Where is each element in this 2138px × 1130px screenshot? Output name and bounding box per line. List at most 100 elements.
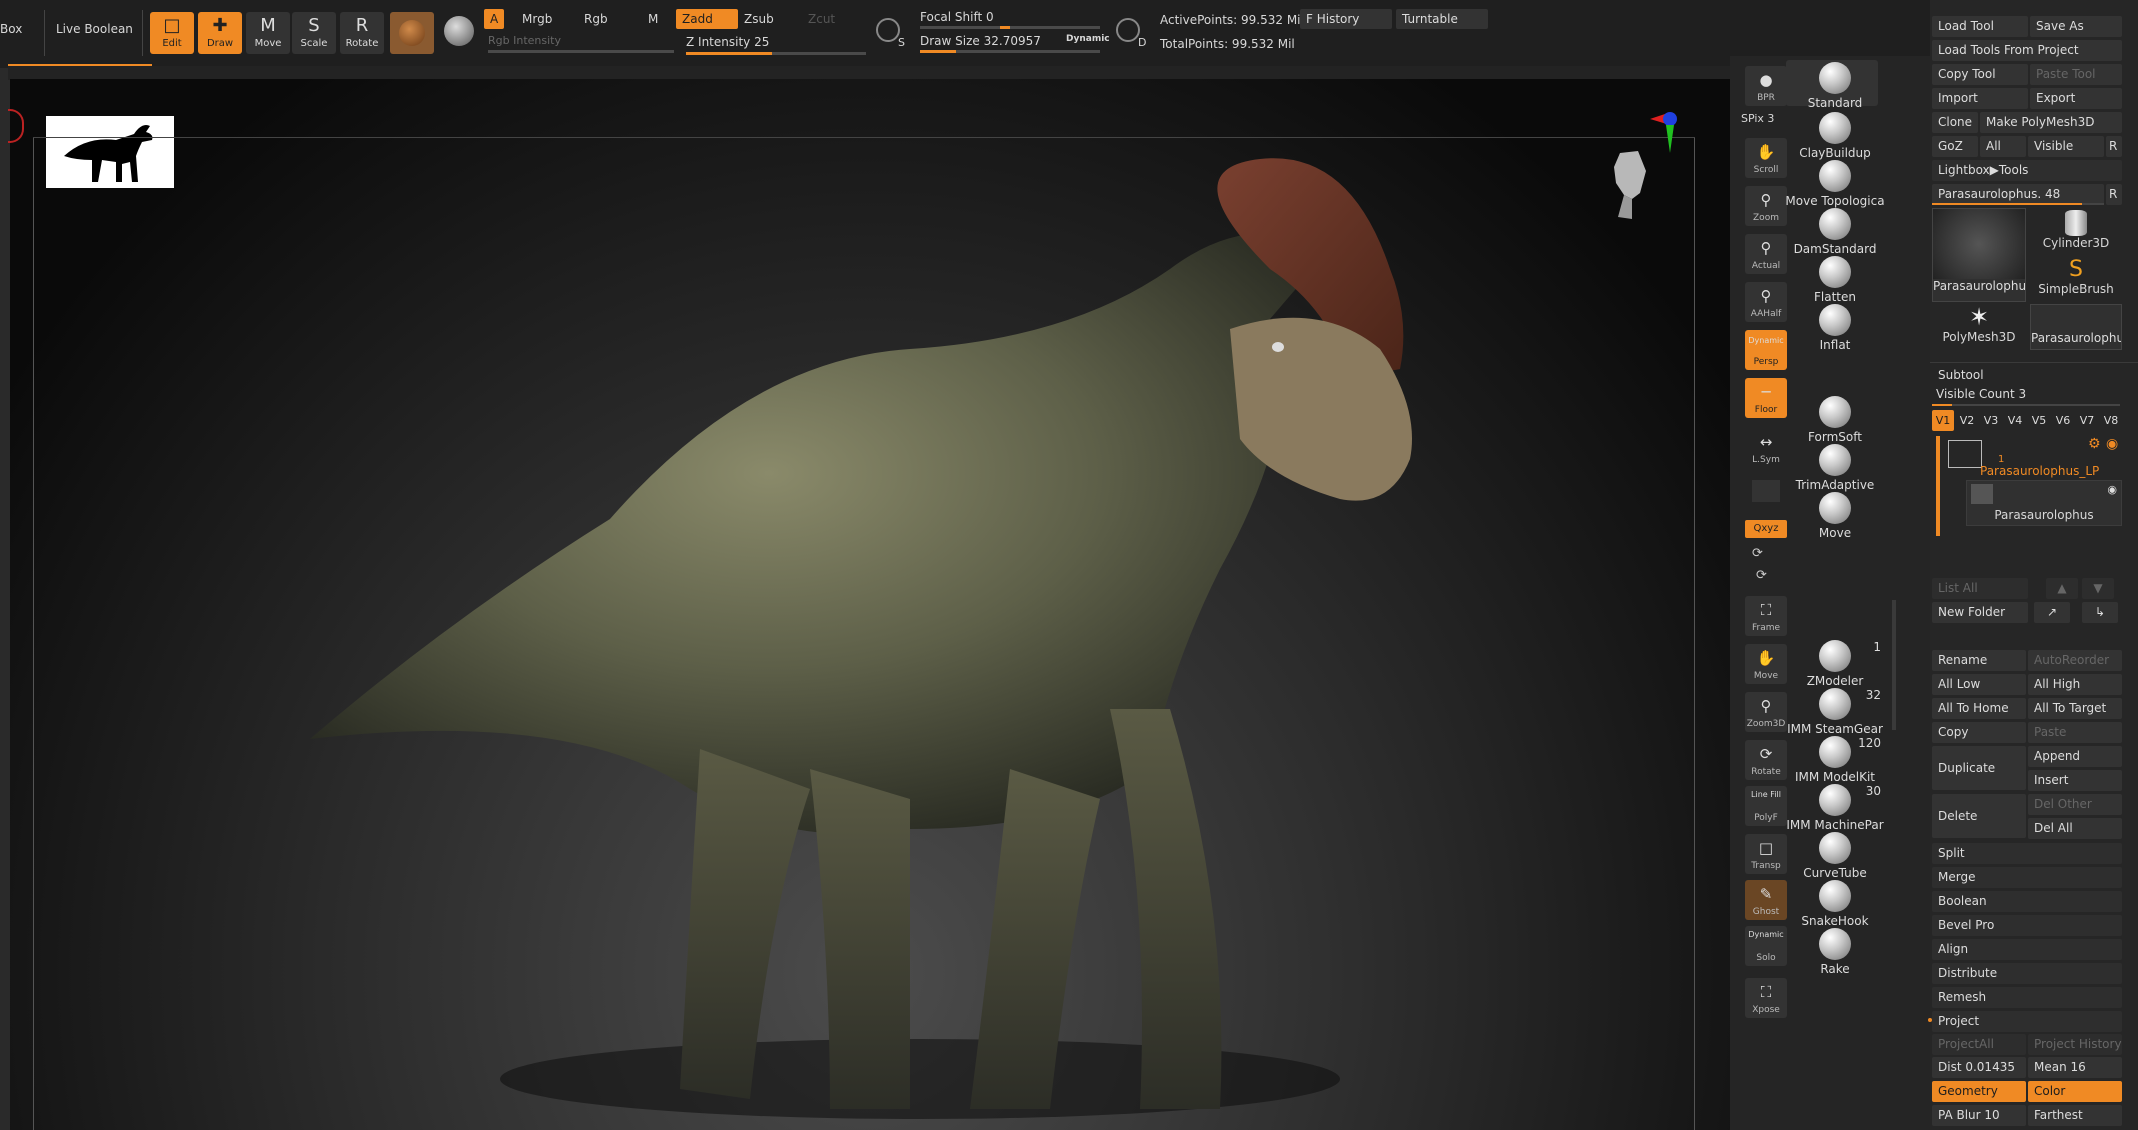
tool-thumb-polymesh3d[interactable]: ✶ PolyMesh3D bbox=[1932, 304, 2026, 350]
del-other-button[interactable]: Del Other bbox=[2028, 794, 2122, 815]
brush-trimadaptive[interactable]: TrimAdaptive bbox=[1785, 444, 1885, 492]
zadd-toggle[interactable]: Zadd bbox=[676, 9, 738, 29]
focal-shift-slider[interactable]: Focal Shift 0 bbox=[920, 10, 994, 24]
clone-button[interactable]: Clone bbox=[1932, 112, 1978, 133]
goz-all-button[interactable]: All bbox=[1980, 136, 2026, 157]
dist-slider[interactable]: Dist 0.01435 bbox=[1932, 1057, 2026, 1078]
zoom-button[interactable]: ⚲ Zoom bbox=[1745, 186, 1787, 226]
version-tab-v8[interactable]: V8 bbox=[2100, 410, 2122, 431]
geometry-toggle[interactable]: Geometry bbox=[1932, 1081, 2026, 1102]
version-tab-v6[interactable]: V6 bbox=[2052, 410, 2074, 431]
farthest-toggle[interactable]: Farthest bbox=[2028, 1105, 2122, 1126]
load-tool-button[interactable]: Load Tool bbox=[1932, 16, 2028, 37]
version-tab-v5[interactable]: V5 bbox=[2028, 410, 2050, 431]
edit-button[interactable]: □ Edit bbox=[150, 12, 194, 54]
folder-icon[interactable] bbox=[1948, 440, 1982, 468]
draw-size-slider[interactable]: Draw Size 32.70957 bbox=[920, 34, 1041, 48]
color-toggle[interactable]: Color bbox=[2028, 1081, 2122, 1102]
live-boolean-button[interactable]: Live Boolean bbox=[56, 22, 133, 36]
brush-move-topologica[interactable]: Move Topologica bbox=[1785, 160, 1885, 208]
transp-button[interactable]: □ Transp bbox=[1745, 834, 1787, 874]
gear-icon[interactable]: ⚙ bbox=[2088, 436, 2101, 452]
xyz-toggle[interactable]: Qxyz bbox=[1745, 520, 1787, 538]
move-up-arrow-icon[interactable]: ▲ bbox=[2046, 578, 2078, 599]
document-viewport[interactable] bbox=[8, 79, 1730, 1130]
dynamic-toggle[interactable]: Dynamic bbox=[1066, 34, 1110, 44]
current-tool-slider[interactable]: Parasaurolophus. 48 bbox=[1932, 184, 2104, 205]
move-down-arrow-icon[interactable]: ▼ bbox=[2082, 578, 2114, 599]
rgb-toggle[interactable]: Rgb bbox=[578, 9, 614, 29]
draw-button[interactable]: ✚ Draw bbox=[198, 12, 242, 54]
mrgb-toggle[interactable]: Mrgb bbox=[516, 9, 558, 29]
rotate-view-button[interactable]: ⟳ Rotate bbox=[1745, 740, 1787, 780]
brush-inflat[interactable]: Inflat bbox=[1785, 304, 1885, 352]
box-label[interactable]: Box bbox=[0, 22, 22, 36]
remesh-section[interactable]: Remesh bbox=[1932, 987, 2122, 1008]
pa-blur-slider[interactable]: PA Blur 10 bbox=[1932, 1105, 2026, 1126]
project-all-button[interactable]: ProjectAll bbox=[1932, 1034, 2026, 1055]
all-to-target-button[interactable]: All To Target bbox=[2028, 698, 2122, 719]
paste-button[interactable]: Paste bbox=[2028, 722, 2122, 743]
subtool-header[interactable]: Subtool bbox=[1938, 368, 1984, 382]
a-toggle[interactable]: A bbox=[484, 9, 505, 29]
version-tab-v1[interactable]: V1 bbox=[1932, 410, 1954, 431]
material-button[interactable] bbox=[390, 12, 434, 54]
mean-slider[interactable]: Mean 16 bbox=[2028, 1057, 2122, 1078]
zcut-toggle[interactable]: Zcut bbox=[802, 9, 841, 29]
version-tab-v4[interactable]: V4 bbox=[2004, 410, 2026, 431]
goz-button[interactable]: GoZ bbox=[1932, 136, 1978, 157]
save-as-button[interactable]: Save As bbox=[2030, 16, 2122, 37]
brush-flatten[interactable]: Flatten bbox=[1785, 256, 1885, 304]
tool-thumb-parasaurolophus[interactable]: Parasaurolophu bbox=[1932, 208, 2026, 302]
rgb-intensity-slider[interactable]: Rgb Intensity bbox=[488, 34, 561, 47]
brush-damstandard[interactable]: DamStandard bbox=[1785, 208, 1885, 256]
boolean-section[interactable]: Boolean bbox=[1932, 891, 2122, 912]
goz-r-button[interactable]: R bbox=[2106, 136, 2122, 157]
append-button[interactable]: Append bbox=[2028, 746, 2122, 767]
rotate-z-icon[interactable]: ⟳ bbox=[1756, 568, 1767, 583]
z-intensity-track[interactable] bbox=[686, 52, 866, 55]
brush-rake[interactable]: Rake bbox=[1785, 928, 1885, 976]
split-section[interactable]: Split bbox=[1932, 843, 2122, 864]
load-tools-from-project-button[interactable]: Load Tools From Project bbox=[1932, 40, 2122, 61]
del-all-button[interactable]: Del All bbox=[2028, 818, 2122, 839]
frame-button[interactable]: ⛶ Frame bbox=[1745, 596, 1787, 636]
tool-thumb-simplebrush[interactable]: S SimpleBrush bbox=[2030, 258, 2122, 302]
parasaurolophus-model[interactable] bbox=[270, 149, 1590, 1130]
duplicate-button[interactable]: Duplicate bbox=[1932, 746, 2026, 790]
z-intensity-slider[interactable]: Z Intensity 25 bbox=[686, 35, 769, 49]
arrow-down-right-icon[interactable]: ↳ bbox=[2082, 602, 2118, 623]
brush-standard[interactable]: Standard bbox=[1785, 62, 1885, 110]
make-polymesh3d-button[interactable]: Make PolyMesh3D bbox=[1980, 112, 2122, 133]
project-section[interactable]: Project bbox=[1932, 1011, 2122, 1032]
polyf-button[interactable]: Line Fill PolyF bbox=[1745, 786, 1787, 826]
lock-icon[interactable] bbox=[1752, 480, 1780, 502]
brush-imm-machinepar[interactable]: IMM MachinePar 30 bbox=[1785, 784, 1885, 832]
eye-icon[interactable]: ◉ bbox=[2106, 436, 2118, 452]
import-button[interactable]: Import bbox=[1932, 88, 2028, 109]
xpose-button[interactable]: ⛶ Xpose bbox=[1745, 978, 1787, 1018]
draw-size-track[interactable] bbox=[920, 50, 1100, 53]
lsym-button[interactable]: ↔ L.Sym bbox=[1745, 428, 1787, 468]
align-section[interactable]: Align bbox=[1932, 939, 2122, 960]
solo-button[interactable]: Dynamic Solo bbox=[1745, 926, 1787, 966]
arrow-up-right-icon[interactable]: ↗ bbox=[2034, 602, 2070, 623]
brush-imm-steamgear[interactable]: IMM SteamGear 32 bbox=[1785, 688, 1885, 736]
actual-button[interactable]: ⚲ Actual bbox=[1745, 234, 1787, 274]
brush-move[interactable]: Move bbox=[1785, 492, 1885, 540]
move-view-button[interactable]: ✋ Move bbox=[1745, 644, 1787, 684]
copy-tool-button[interactable]: Copy Tool bbox=[1932, 64, 2028, 85]
tool-r-button[interactable]: R bbox=[2106, 184, 2122, 205]
texture-sphere-icon[interactable] bbox=[444, 16, 474, 46]
brush-zmodeler[interactable]: ZModeler 1 bbox=[1785, 640, 1885, 688]
rgb-intensity-track[interactable] bbox=[488, 50, 674, 53]
m-toggle[interactable]: M bbox=[642, 9, 664, 29]
subtool-visibility-eye-icon[interactable]: ◉ bbox=[2107, 483, 2117, 496]
version-tab-v3[interactable]: V3 bbox=[1980, 410, 2002, 431]
paste-tool-button[interactable]: Paste Tool bbox=[2030, 64, 2122, 85]
rename-button[interactable]: Rename bbox=[1932, 650, 2026, 671]
focal-shift-track[interactable] bbox=[920, 26, 1100, 29]
scroll-button[interactable]: ✋ Scroll bbox=[1745, 138, 1787, 178]
brush-snakehook[interactable]: SnakeHook bbox=[1785, 880, 1885, 928]
all-low-button[interactable]: All Low bbox=[1932, 674, 2026, 695]
